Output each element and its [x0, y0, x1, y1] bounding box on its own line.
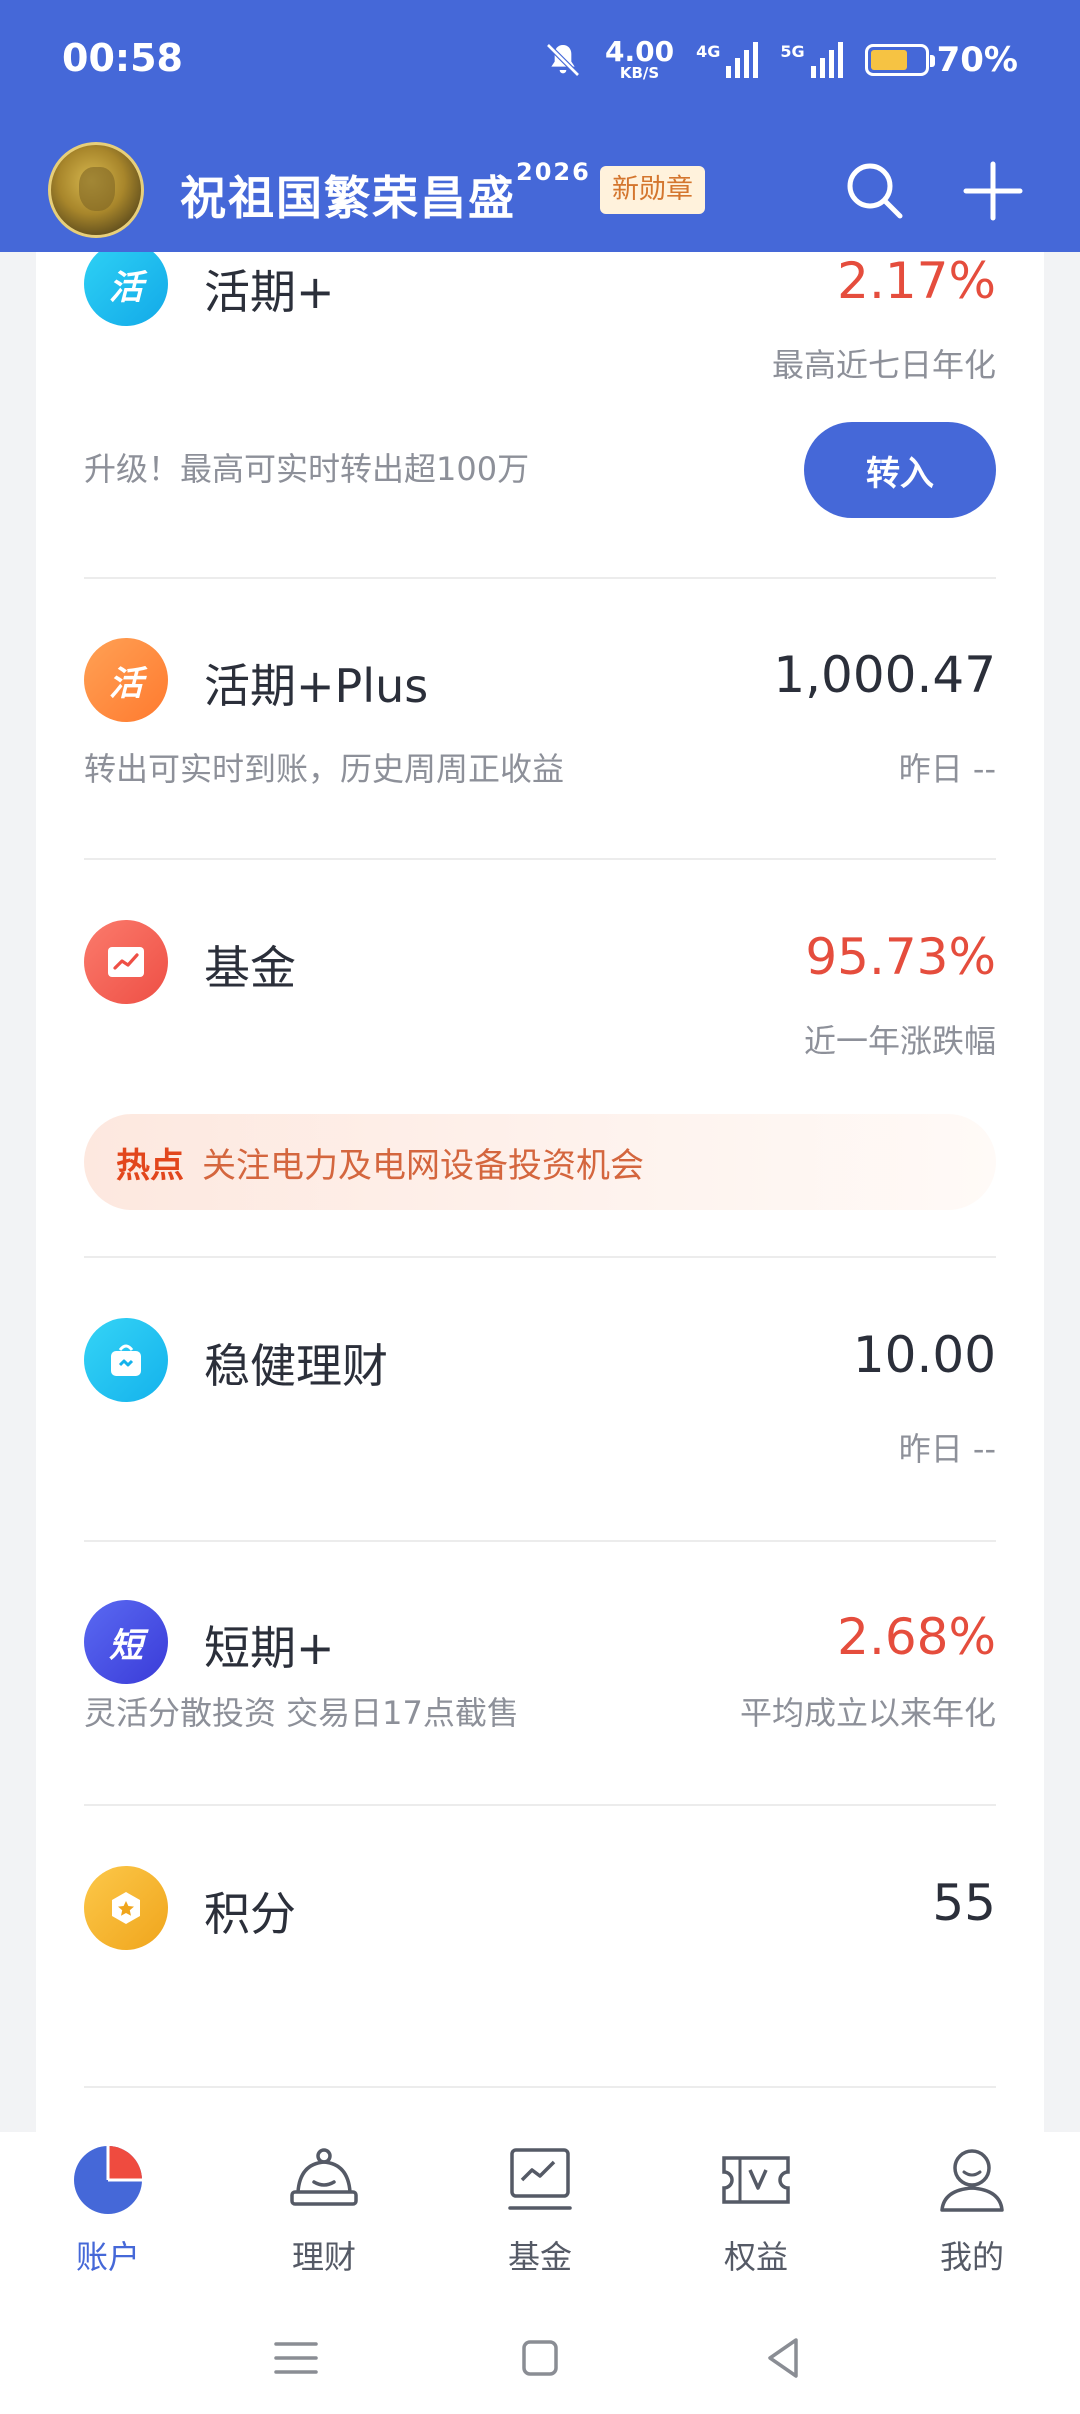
points-icon: [84, 1866, 168, 1950]
wenjian-yesterday: 昨日 --: [898, 1430, 996, 1468]
huoqi-name: 活期+: [204, 265, 335, 319]
tab-me[interactable]: 我的: [902, 2142, 1042, 2278]
battery-icon: [864, 43, 935, 76]
signal-4g-icon: 4G: [696, 41, 759, 78]
wallet-icon: [84, 1318, 168, 1402]
hot-tag: 热点: [116, 1145, 184, 1186]
duanqi-name: 短期+: [204, 1621, 335, 1675]
battery-indicator: 70%: [864, 39, 1018, 80]
home-icon[interactable]: [512, 2330, 568, 2386]
pie-chart-icon: [74, 2146, 142, 2214]
money-bag-icon: [290, 2148, 358, 2206]
voucher-icon: [722, 2156, 790, 2204]
divider: [84, 2086, 996, 2088]
search-icon[interactable]: [840, 156, 910, 226]
divider: [84, 1540, 996, 1542]
divider: [84, 577, 996, 579]
tab-benefits[interactable]: 权益: [686, 2142, 826, 2278]
divider: [84, 858, 996, 860]
wenjian-name: 稳健理财: [204, 1339, 388, 1393]
back-icon[interactable]: [756, 2330, 812, 2386]
menu-icon[interactable]: [268, 2330, 324, 2386]
fund-return-label: 近一年涨跌幅: [803, 1022, 996, 1060]
duanqi-icon: 短: [84, 1600, 168, 1684]
mute-bell-icon: [546, 42, 580, 77]
huoqi-plus-yesterday: 昨日 --: [898, 750, 996, 788]
hot-text: 关注电力及电网设备投资机会: [202, 1145, 644, 1186]
huoqi-promo: 升级！最高可实时转出超100万: [84, 450, 530, 488]
chart-board-icon: [508, 2148, 572, 2210]
list-item-duanqi[interactable]: 短 短期+ 2.68% 灵活分散投资 交易日17点截售 平均成立以来年化: [84, 1600, 996, 1780]
divider: [84, 1256, 996, 1258]
bottom-tab-bar: 账户 理财 基金 权益 我的: [0, 2132, 1080, 2300]
points-value: 55: [932, 1874, 996, 1932]
fund-chart-icon: [84, 920, 168, 1004]
user-icon: [940, 2149, 1004, 2212]
add-icon[interactable]: [958, 156, 1028, 226]
divider: [84, 1804, 996, 1806]
avatar[interactable]: [48, 142, 144, 238]
huoqi-plus-name: 活期+Plus: [204, 659, 429, 713]
net-speed: 4.00 KB/S: [604, 35, 675, 82]
huoqi-plus-icon: 活: [84, 638, 168, 722]
list-item-huoqi-plus[interactable]: 活 活期+Plus 1,000.47 转出可实时到账，历史周周正收益 昨日 --: [84, 638, 996, 818]
wenjian-amount: 10.00: [852, 1326, 996, 1384]
status-bar: 00:58 4.00 KB/S 4G 5G 70%: [0, 0, 1080, 126]
signal-5g-icon: 5G: [780, 41, 843, 78]
list-item-points[interactable]: 积分 55: [84, 1866, 996, 1986]
fund-return: 95.73%: [805, 928, 996, 986]
fund-hot-banner[interactable]: 热点 关注电力及电网设备投资机会: [84, 1114, 996, 1210]
app-header: 祝祖国繁荣昌盛2026 新勋章: [0, 126, 1080, 252]
tab-licai[interactable]: 理财: [254, 2142, 394, 2278]
page-title: 祝祖国繁荣昌盛2026: [180, 158, 591, 225]
list-item-wenjian[interactable]: 稳健理财 10.00 昨日 --: [84, 1318, 996, 1508]
huoqi-icon: 活: [84, 252, 168, 326]
duanqi-rate-label: 平均成立以来年化: [739, 1694, 996, 1732]
huoqi-plus-amount: 1,000.47: [773, 646, 996, 704]
asset-list: 活 活期+ 2.17% 最高近七日年化 升级！最高可实时转出超100万 转入 活…: [36, 252, 1044, 2132]
battery-percent: 70%: [936, 39, 1018, 80]
huoqi-rate-label: 最高近七日年化: [771, 346, 996, 384]
duanqi-desc: 灵活分散投资 交易日17点截售: [84, 1694, 519, 1732]
clock: 00:58: [62, 36, 183, 80]
new-medal-badge[interactable]: 新勋章: [600, 166, 705, 214]
tab-fund[interactable]: 基金: [470, 2142, 610, 2278]
list-item-huoqi[interactable]: 活 活期+ 2.17% 最高近七日年化 升级！最高可实时转出超100万 转入: [84, 252, 996, 582]
list-item-fund[interactable]: 基金 95.73% 近一年涨跌幅 热点 关注电力及电网设备投资机会: [84, 920, 996, 1260]
huoqi-rate: 2.17%: [837, 252, 996, 310]
tab-account[interactable]: 账户: [38, 2142, 178, 2278]
duanqi-rate: 2.68%: [837, 1608, 996, 1666]
system-nav-bar: [0, 2300, 1080, 2414]
transfer-in-button[interactable]: 转入: [804, 422, 996, 518]
huoqi-plus-desc: 转出可实时到账，历史周周正收益: [84, 750, 565, 788]
points-name: 积分: [204, 1887, 296, 1941]
fund-name: 基金: [204, 941, 296, 995]
